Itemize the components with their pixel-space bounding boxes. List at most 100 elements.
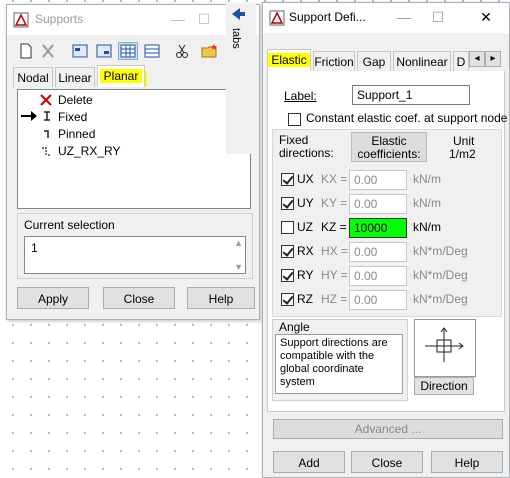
help-button[interactable]: Help — [187, 287, 255, 309]
advanced-button[interactable]: Advanced ... — [273, 419, 503, 439]
tab-nonlinear[interactable]: Nonlinear — [393, 51, 451, 71]
coefficient-input-uy[interactable]: 0.00 — [349, 194, 407, 214]
minimize-button[interactable]: — — [391, 8, 417, 26]
current-selection-group: Current selection 1 ▲ ▼ — [17, 213, 253, 279]
support-definition-window: Support Defi... — ☐ ✕ Elastic Friction G… — [262, 2, 510, 478]
supports-titlebar[interactable]: Supports — ☐ — [7, 5, 259, 35]
tab-planar-label: Planar — [99, 69, 143, 83]
unit-label: kN/m — [413, 220, 441, 234]
direction-checkbox-ux[interactable] — [281, 173, 294, 186]
list-item[interactable]: UZ_RX_RY — [58, 143, 120, 159]
directions-group: Fixed directions: Elastic coefficients: … — [272, 129, 502, 317]
cut-icon[interactable] — [173, 43, 191, 59]
table-icon[interactable] — [118, 42, 138, 60]
direction-checkbox-ry[interactable] — [281, 269, 294, 282]
side-panel: tabs — [226, 4, 256, 154]
direction-checkbox-rx[interactable] — [281, 245, 294, 258]
current-selection-value: 1 — [31, 241, 38, 255]
tab-elastic[interactable]: Elastic — [267, 49, 311, 71]
angle-label: Angle — [279, 320, 310, 334]
label-input[interactable]: Support_1 — [352, 85, 470, 105]
view2-icon[interactable] — [95, 43, 113, 59]
tab-elastic-label: Elastic — [268, 53, 310, 67]
direction-preview — [414, 319, 476, 377]
scroll-down-icon[interactable]: ▼ — [234, 262, 243, 272]
support-def-title: Support Defi... — [289, 10, 366, 24]
direction-checkbox-uy[interactable] — [281, 197, 294, 210]
elastic-coefficients-header: Elastic coefficients: — [351, 132, 427, 162]
list-item[interactable]: Fixed — [58, 109, 87, 125]
coefficient-input-ry[interactable]: 0.00 — [349, 266, 407, 286]
direction-label: RZ — [297, 292, 313, 306]
fixed-support-icon — [44, 111, 50, 121]
tab-scroll-left[interactable]: ◂ — [469, 51, 485, 67]
tab-planar[interactable]: Planar — [97, 65, 145, 87]
coefficient-label: KZ = — [321, 220, 347, 234]
view1-icon[interactable] — [71, 43, 89, 59]
elastic-panel: Label: Support_1 Constant elastic coef. … — [267, 71, 508, 412]
side-tab-label[interactable]: tabs — [230, 28, 242, 49]
direction-label: UX — [297, 172, 314, 186]
coefficient-input-rz[interactable]: 0.00 — [349, 290, 407, 310]
tab-d[interactable]: D — [453, 51, 469, 71]
current-selection-field[interactable]: 1 ▲ ▼ — [24, 236, 246, 274]
direction-label: RY — [297, 268, 314, 282]
folder-icon[interactable] — [201, 43, 219, 59]
tab-gap[interactable]: Gap — [357, 51, 391, 71]
maximize-button[interactable]: ☐ — [425, 8, 451, 26]
unit-header: Unit — [453, 134, 475, 148]
constant-elastic-label: Constant elastic coef. at support node — [306, 111, 508, 125]
current-selection-label: Current selection — [24, 218, 115, 232]
coefficient-label: KX = — [321, 172, 348, 186]
coefficient-input-rx[interactable]: 0.00 — [349, 242, 407, 262]
new-icon[interactable] — [17, 43, 35, 59]
unit-label: kN/m — [413, 172, 441, 186]
app-icon — [13, 12, 29, 28]
minimize-button[interactable]: — — [165, 10, 191, 28]
pinned-support-icon — [44, 130, 49, 138]
direction-checkbox-uz[interactable] — [281, 221, 294, 234]
direction-label: RX — [297, 244, 314, 258]
coefficient-input-ux[interactable]: 0.00 — [349, 170, 407, 190]
unit-label: kN*m/Deg — [413, 268, 468, 282]
coefficient-label: KY = — [321, 196, 348, 210]
support-direction-icon — [425, 327, 464, 362]
coefficient-label: HX = — [321, 244, 349, 258]
direction-checkbox-rz[interactable] — [281, 293, 294, 306]
list-item[interactable]: Pinned — [58, 126, 95, 142]
red-x-icon — [40, 94, 52, 106]
support-type-list[interactable]: Delete Fixed Pinned UZ_RX_RY — [17, 89, 251, 209]
direction-button[interactable]: Direction — [414, 377, 474, 395]
coefficient-input-uz[interactable]: 10000 — [349, 218, 407, 238]
constant-elastic-checkbox[interactable] — [288, 113, 301, 126]
unit-sub: 1/m2 — [449, 147, 476, 161]
tab-friction[interactable]: Friction — [313, 51, 355, 71]
direction-label: UY — [297, 196, 314, 210]
grid-icon[interactable] — [143, 43, 161, 59]
unit-label: kN*m/Deg — [413, 292, 468, 306]
close-button[interactable]: Close — [351, 451, 423, 473]
apply-button[interactable]: Apply — [17, 287, 89, 309]
fixed-directions-label: Fixed directions: — [279, 133, 334, 160]
tab-scroll-right[interactable]: ▸ — [485, 51, 501, 67]
close-button[interactable]: ✕ — [473, 8, 499, 26]
tab-nodal[interactable]: Nodal — [13, 67, 53, 87]
supports-title: Supports — [35, 12, 84, 26]
unit-label: kN*m/Deg — [413, 244, 468, 258]
unit-label: kN/m — [413, 196, 441, 210]
supports-window: Supports — ☐ Nodal Linear Planar Delete … — [6, 4, 260, 320]
arrow-left-icon[interactable] — [230, 6, 246, 22]
support-def-titlebar[interactable]: Support Defi... — ☐ ✕ — [263, 3, 509, 33]
list-item[interactable]: Delete — [58, 92, 93, 108]
custom-support-icon — [42, 147, 51, 156]
close-button[interactable]: Close — [103, 287, 175, 309]
maximize-button[interactable]: ☐ — [191, 10, 217, 28]
add-button[interactable]: Add — [273, 451, 345, 473]
delete-icon[interactable] — [39, 43, 57, 59]
highlight-mark — [145, 71, 147, 87]
help-button[interactable]: Help — [431, 451, 503, 473]
coefficient-label: HZ = — [321, 292, 348, 306]
scroll-up-icon[interactable]: ▲ — [234, 238, 243, 248]
tab-linear[interactable]: Linear — [55, 67, 95, 87]
angle-group: Angle Support directions are compatible … — [272, 319, 408, 401]
